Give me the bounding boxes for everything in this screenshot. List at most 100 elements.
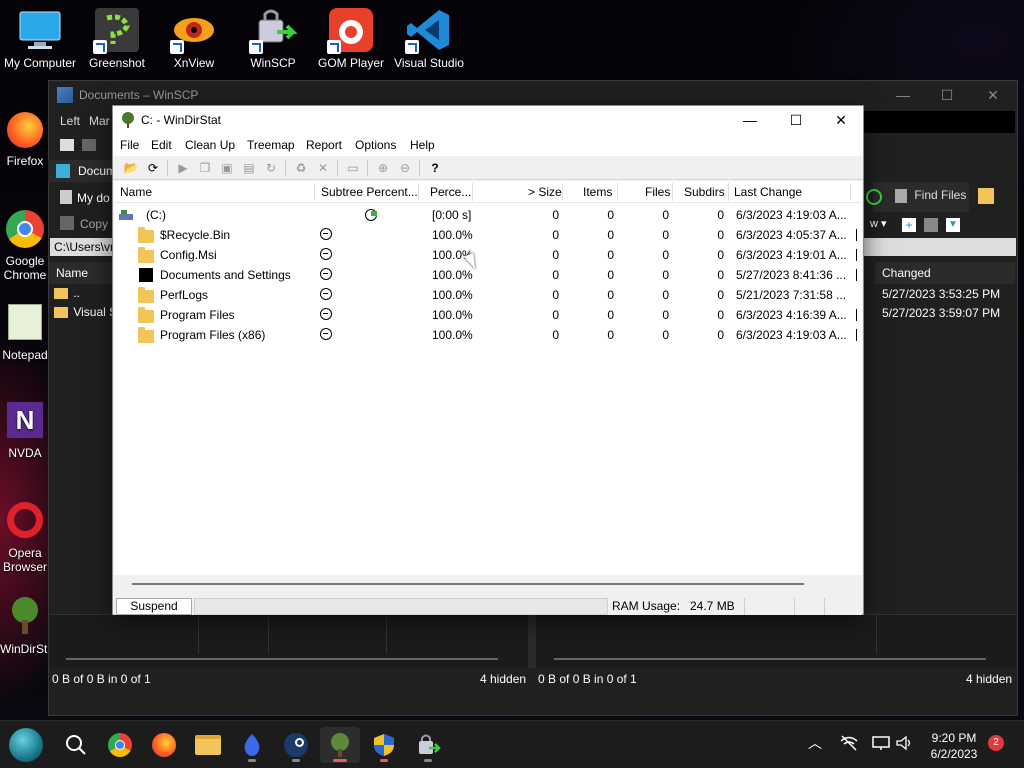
table-row[interactable]: PerfLogs 100.0% 0 0 0 0 5/21/2023 7:31:5…	[114, 285, 862, 305]
windirstat-window[interactable]: C: - WinDirStat — ☐ ✕ File Edit Clean Up…	[112, 105, 864, 615]
copy-icon[interactable]: ❐	[197, 160, 213, 176]
list-item[interactable]: ..	[54, 286, 80, 300]
table-row[interactable]: Documents and Settings 100.0% 0 0 0 0 5/…	[114, 265, 862, 285]
desktop-icon-greenshot[interactable]: Greenshot	[77, 6, 157, 70]
desktop-icon-nvda[interactable]: N NVDA	[0, 400, 50, 466]
taskbar-file-explorer[interactable]	[188, 727, 228, 763]
desktop-icon-my-computer[interactable]: My Computer	[0, 6, 80, 70]
panel-splitter[interactable]	[528, 614, 536, 668]
maximize-button[interactable]: ☐	[927, 85, 967, 105]
view-dropdown[interactable]: w ▾	[870, 217, 887, 230]
refresh-icon[interactable]	[866, 189, 882, 205]
menu-treemap[interactable]: Treemap	[247, 138, 295, 152]
windirstat-titlebar[interactable]: C: - WinDirStat — ☐ ✕	[113, 106, 863, 134]
list-item-changed[interactable]: 5/27/2023 3:59:07 PM	[882, 306, 1000, 320]
table-row[interactable]: $Recycle.Bin 100.0% 0 0 0 0 6/3/2023 4:0…	[114, 225, 862, 245]
desktop-icon-firefox[interactable]: Firefox	[0, 110, 50, 172]
taskbar-app-blue[interactable]	[232, 727, 272, 763]
table-row[interactable]: Program Files 100.0% 0 0 0 0 6/3/2023 4:…	[114, 305, 862, 325]
folder-tree-icon[interactable]	[978, 188, 994, 204]
scrollbar-thumb[interactable]	[132, 583, 804, 585]
desktop-icon-opera[interactable]: Opera Browser	[0, 500, 50, 580]
taskbar-chrome[interactable]	[100, 727, 140, 763]
column-header-name[interactable]: Name	[49, 262, 112, 284]
desktop-icon-winscp[interactable]: WinSCP	[233, 6, 313, 70]
column-header-files[interactable]: Files	[645, 185, 670, 199]
table-row[interactable]: Program Files (x86) 100.0% 0 0 0 0 6/3/2…	[114, 325, 862, 345]
menu-file[interactable]: File	[120, 138, 139, 152]
list-item[interactable]: Visual S	[54, 305, 117, 319]
directory-list[interactable]: Name Subtree Percent... Perce... > Size …	[114, 181, 862, 575]
menu-options[interactable]: Options	[355, 138, 396, 152]
search-button[interactable]	[56, 727, 96, 763]
menu-left[interactable]: Left	[60, 114, 80, 128]
network-offline-icon[interactable]	[840, 735, 858, 754]
help-icon[interactable]: ?	[427, 160, 443, 176]
column-header-subtree[interactable]: Subtree Percent...	[321, 185, 418, 199]
notification-badge[interactable]: 2	[988, 735, 1004, 751]
right-scrollbar[interactable]	[554, 658, 986, 660]
menu-mark[interactable]: Mar	[89, 114, 110, 128]
horizontal-scrollbar[interactable]	[114, 575, 862, 592]
left-scrollbar[interactable]	[66, 658, 498, 660]
refresh-selected-icon[interactable]: ↻	[263, 160, 279, 176]
cmd-icon[interactable]: ▤	[241, 160, 257, 176]
menu-report[interactable]: Report	[306, 138, 342, 152]
column-header-items[interactable]: Items	[583, 185, 612, 199]
column-header-size[interactable]: > Size	[528, 185, 562, 199]
refresh-icon[interactable]: ⟳	[145, 160, 161, 176]
column-header-subdirs[interactable]: Subdirs	[684, 185, 725, 199]
column-header-name[interactable]: Name	[120, 185, 152, 199]
toolbar-icon[interactable]	[60, 139, 74, 151]
maximize-button[interactable]: ☐	[773, 106, 819, 134]
zoom-in-icon[interactable]: ⊕	[375, 160, 391, 176]
desktop-icon-notepad[interactable]: Notepad	[0, 302, 50, 368]
menu-help[interactable]: Help	[410, 138, 435, 152]
start-button[interactable]	[6, 727, 46, 763]
volume-icon[interactable]	[896, 735, 914, 754]
right-path-field[interactable]	[864, 238, 1016, 256]
taskbar-winscp[interactable]	[408, 727, 448, 763]
display-icon[interactable]	[872, 735, 890, 754]
taskbar-windirstat[interactable]	[320, 727, 360, 763]
minimize-button[interactable]: —	[883, 85, 923, 105]
minimize-button[interactable]: —	[727, 106, 773, 134]
path-field[interactable]: C:\Users\vr	[50, 238, 112, 256]
copy-button[interactable]: Copy	[56, 214, 112, 234]
toolbar-icon[interactable]	[924, 218, 938, 232]
toolbar-icon[interactable]	[82, 139, 96, 151]
column-header-percent[interactable]: Perce...	[430, 185, 471, 199]
close-button[interactable]: ✕	[818, 106, 864, 134]
tab-documents[interactable]: Docum	[48, 160, 116, 182]
recycle-icon[interactable]: ♻	[293, 160, 309, 176]
column-header-changed[interactable]: Changed	[875, 262, 1015, 284]
find-files-button[interactable]: Find Files	[895, 188, 966, 203]
zoom-out-icon[interactable]: ⊖	[397, 160, 413, 176]
desktop-icon-xnview[interactable]: XnView	[154, 6, 234, 70]
filter-icon[interactable]: ▼	[946, 218, 960, 232]
open-icon[interactable]: 📂	[123, 160, 139, 176]
menu-clean-up[interactable]: Clean Up	[185, 138, 235, 152]
desktop-icon-gom-player[interactable]: GOM Player	[311, 6, 391, 70]
desktop-icon-vscode[interactable]: Visual Studio Code	[389, 6, 469, 70]
play-icon[interactable]: ▶	[175, 160, 191, 176]
taskbar-firefox[interactable]	[144, 727, 184, 763]
taskbar-steam[interactable]	[276, 727, 316, 763]
column-header-last-change[interactable]: Last Change	[734, 185, 802, 199]
desktop-icon-windirstat[interactable]: WinDirStat	[0, 596, 50, 662]
suspend-button[interactable]: Suspend	[116, 598, 192, 615]
delete-icon[interactable]: ✕	[315, 160, 331, 176]
new-icon[interactable]: +	[902, 218, 916, 232]
table-row-root[interactable]: (C:) [0:00 s] 0 0 0 0 6/3/2023 4:19:03 A…	[114, 205, 862, 225]
taskbar-security[interactable]	[364, 727, 404, 763]
system-clock[interactable]: 9:20 PM 6/2/2023	[918, 730, 990, 762]
new-folder-icon[interactable]: ▭	[345, 160, 361, 176]
explorer-icon[interactable]: ▣	[219, 160, 235, 176]
menu-edit[interactable]: Edit	[151, 138, 172, 152]
table-row[interactable]: Config.Msi 100.0% 0 0 0 0 6/3/2023 4:19:…	[114, 245, 862, 265]
list-item-changed[interactable]: 5/27/2023 3:53:25 PM	[882, 287, 1000, 301]
desktop-icon-chrome[interactable]: Google Chrome	[0, 208, 50, 284]
my-documents-button[interactable]: My do	[56, 188, 112, 208]
tray-overflow-chevron-icon[interactable]: ︿	[808, 733, 822, 753]
close-button[interactable]: ✕	[973, 85, 1013, 105]
